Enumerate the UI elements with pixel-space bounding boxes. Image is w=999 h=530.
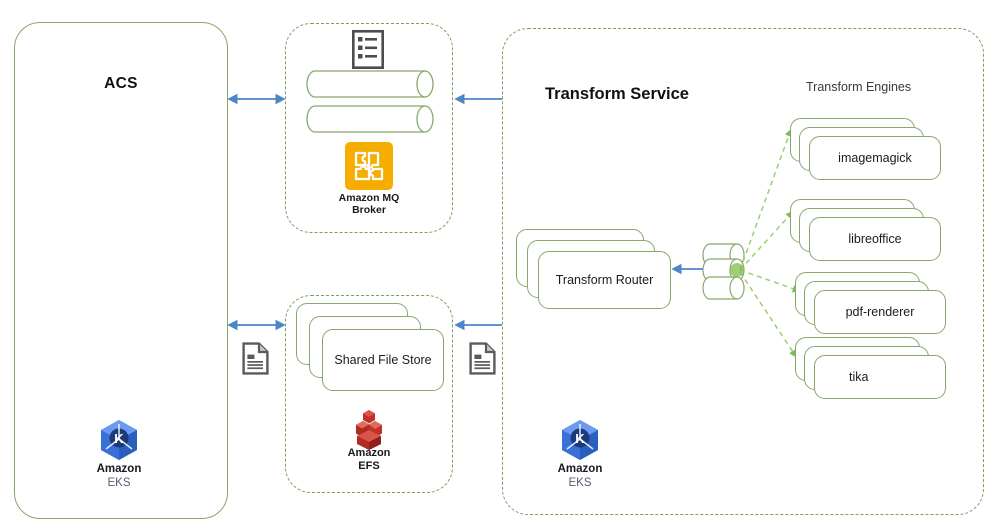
transform-engines-title: Transform Engines <box>806 80 912 94</box>
engine-label: pdf-renderer <box>845 305 915 319</box>
broker-queue-2 <box>306 105 434 133</box>
transform-router-card-front: Transform Router <box>538 251 671 309</box>
router-queue-3 <box>702 276 745 300</box>
architecture-diagram: ACS K Amazon EKS Amazon MQ Broker Shared… <box>0 0 999 530</box>
engine-label: tika <box>849 370 869 384</box>
acs-eks-caption-line1: Amazon <box>96 463 142 475</box>
amazon-mq-caption-line1: Amazon MQ <box>338 192 400 204</box>
acs-eks-caption-line2: EKS <box>107 476 131 489</box>
transform-eks-caption-line2: EKS <box>568 476 592 489</box>
engine-pdf-renderer-card-front: pdf-renderer <box>814 290 946 334</box>
shared-file-store-stack: Shared File Store <box>296 303 444 393</box>
transform-service-title: Transform Service <box>545 85 689 103</box>
amazon-efs-caption-line2: EFS <box>358 459 380 472</box>
shared-file-store-label: Shared File Store <box>334 353 432 367</box>
engine-libreoffice-stack: libreoffice <box>790 199 945 261</box>
document-icon-right <box>469 342 496 375</box>
engine-pdf-renderer-stack: pdf-renderer <box>795 272 950 334</box>
arrow-acs-to-filestore <box>227 319 286 331</box>
transform-router-label: Transform Router <box>555 273 654 287</box>
acs-panel-title: ACS <box>104 75 138 92</box>
engine-tika-stack: tika <box>795 337 950 399</box>
engine-label: libreoffice <box>848 232 902 246</box>
amazon-mq-icon <box>345 142 393 190</box>
engine-imagemagick-card-front: imagemagick <box>809 136 941 180</box>
shared-file-store-card-front: Shared File Store <box>322 329 444 391</box>
engine-tika-card-front: tika <box>814 355 946 399</box>
list-icon <box>352 30 384 69</box>
amazon-mq-caption: Amazon MQ Broker <box>319 192 419 217</box>
engine-libreoffice-card-front: libreoffice <box>809 217 941 261</box>
acs-eks-caption: Amazon EKS <box>69 463 169 490</box>
arrow-acs-to-broker <box>227 93 286 105</box>
transform-eks-caption: Amazon EKS <box>530 463 630 490</box>
amazon-efs-caption-line1: Amazon <box>347 447 391 459</box>
engine-label: imagemagick <box>838 151 912 165</box>
transform-router-stack: Transform Router <box>516 229 676 309</box>
amazon-mq-caption-line2: Broker <box>352 204 386 217</box>
transform-eks-caption-line1: Amazon <box>557 463 603 475</box>
engine-imagemagick-stack: imagemagick <box>790 118 945 180</box>
document-icon-left <box>242 342 269 375</box>
amazon-eks-icon-transform: K <box>557 418 603 462</box>
amazon-efs-icon <box>350 409 388 451</box>
amazon-eks-icon-acs: K <box>96 418 142 462</box>
broker-queue-1 <box>306 70 434 98</box>
amazon-efs-caption: Amazon EFS <box>319 447 419 473</box>
